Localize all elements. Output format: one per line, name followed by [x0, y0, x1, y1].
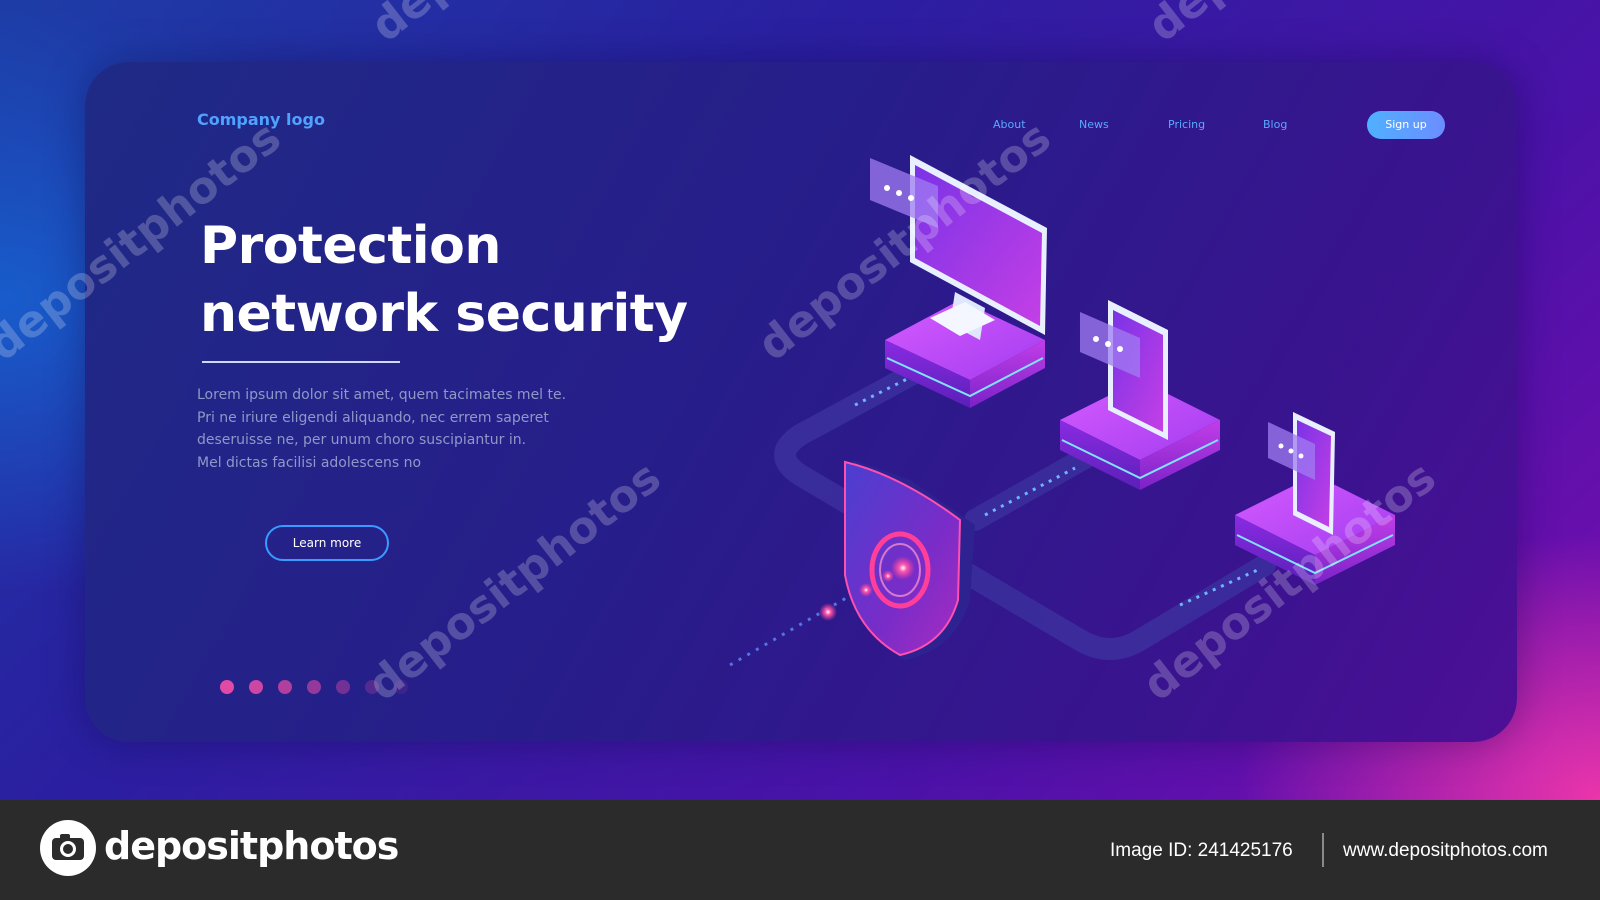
network-illustration [729, 155, 1395, 667]
shield-icon [844, 460, 975, 660]
monitor-icon [910, 155, 1047, 340]
footer-bar: depositphotos Image ID: 241425176 www.de… [0, 800, 1600, 900]
image-id: Image ID: 241425176 [1110, 840, 1293, 861]
footer-divider [1322, 833, 1324, 867]
footer-brand[interactable]: depositphotos [104, 824, 399, 868]
footer-url[interactable]: www.depositphotos.com [1343, 840, 1548, 862]
camera-icon [40, 820, 96, 876]
hero-background: Company logo About News Pricing Blog Sig… [0, 0, 1600, 800]
